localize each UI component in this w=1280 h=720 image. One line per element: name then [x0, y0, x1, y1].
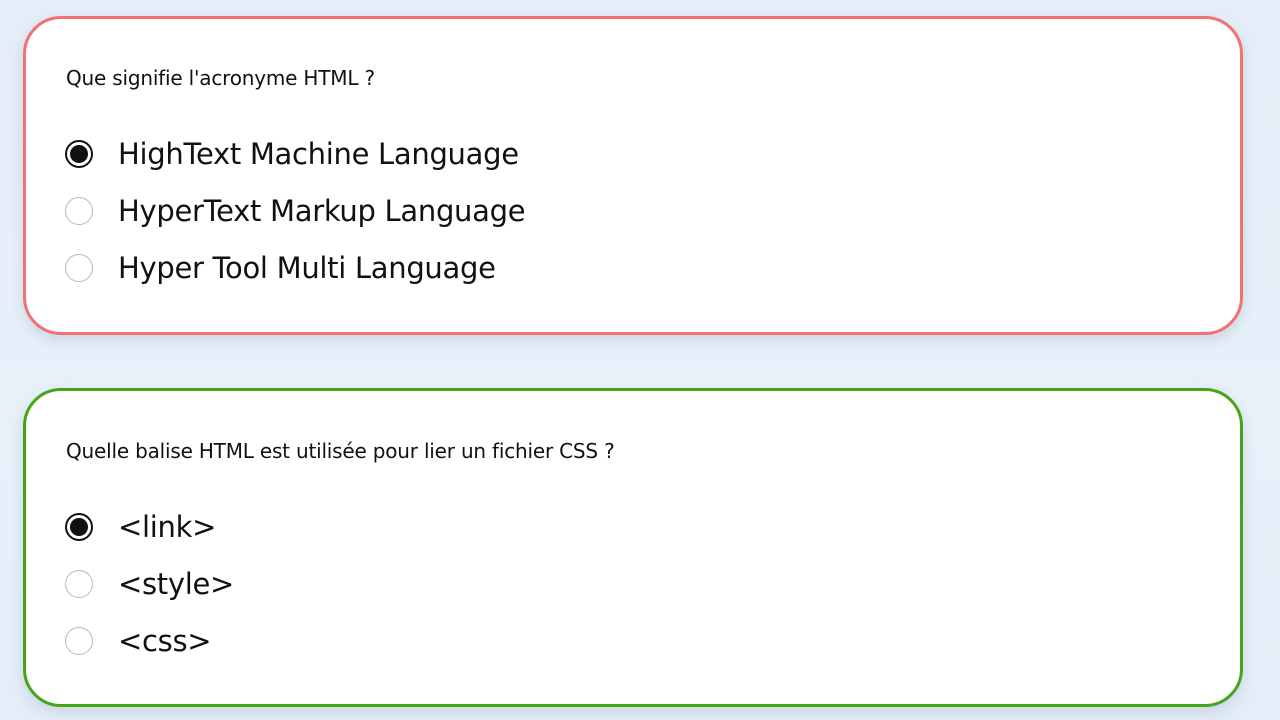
question-card-2: Quelle balise HTML est utilisée pour lie…	[23, 388, 1243, 707]
answer-option[interactable]: HyperText Markup Language	[65, 182, 526, 239]
answer-label[interactable]: HighText Machine Language	[118, 137, 519, 171]
answer-option[interactable]: HighText Machine Language	[65, 125, 525, 182]
answer-options: <link> <style> <css>	[65, 498, 234, 669]
radio-button[interactable]	[65, 253, 93, 282]
radio-button[interactable]	[65, 626, 93, 655]
answer-label[interactable]: Hyper Tool Multi Language	[118, 251, 496, 285]
answer-label[interactable]: <style>	[118, 567, 234, 601]
answer-label[interactable]: HyperText Markup Language	[118, 194, 526, 228]
radio-button[interactable]	[65, 569, 93, 598]
answer-option[interactable]: <css>	[65, 612, 234, 669]
answer-option[interactable]: <style>	[65, 555, 234, 612]
answer-options: HighText Machine Language HyperText Mark…	[65, 125, 526, 296]
question-text: Quelle balise HTML est utilisée pour lie…	[66, 439, 615, 463]
radio-button[interactable]	[65, 139, 93, 168]
answer-label[interactable]: <css>	[118, 624, 212, 658]
radio-button[interactable]	[65, 512, 93, 541]
question-text: Que signifie l'acronyme HTML ?	[66, 66, 375, 90]
radio-button[interactable]	[65, 196, 93, 225]
answer-option[interactable]: Hyper Tool Multi Language	[65, 239, 525, 296]
question-card-1: Que signifie l'acronyme HTML ? HighText …	[23, 16, 1243, 335]
answer-option[interactable]: <link>	[65, 498, 234, 555]
answer-label[interactable]: <link>	[118, 510, 216, 544]
